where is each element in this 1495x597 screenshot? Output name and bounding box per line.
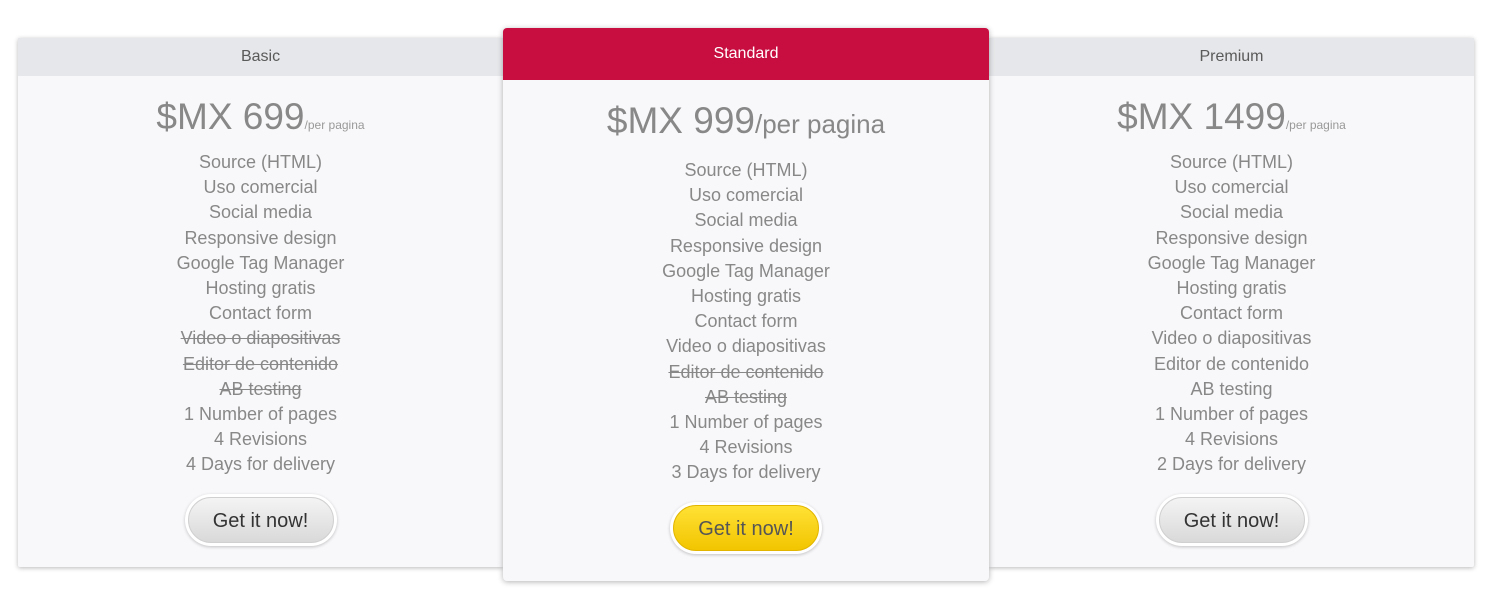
feature-item: Video o diapositivas [666, 336, 826, 357]
feature-item: 2 Days for delivery [1156, 454, 1307, 475]
feature-item: 4 Revisions [699, 437, 793, 458]
price-amount: $MX 1499 [1117, 96, 1286, 137]
feature-item: Contact form [694, 311, 798, 332]
feature-item: Responsive design [1155, 227, 1308, 248]
plan-price: $MX 699/per pagina [18, 96, 503, 137]
feature-item: AB testing [219, 378, 302, 399]
feature-item: Social media [1179, 202, 1284, 223]
plan-name: Premium [989, 38, 1474, 76]
feature-item: 1 Number of pages [669, 411, 823, 432]
get-it-now-button-standard[interactable]: Get it now! [673, 505, 819, 552]
feature-item: Google Tag Manager [176, 252, 345, 273]
feature-item: Responsive design [669, 235, 823, 256]
plan-price: $MX 999/per pagina [503, 100, 989, 141]
feature-list: Source (HTML) Uso comercial Social media Re… [18, 150, 503, 477]
get-it-now-button-premium[interactable]: Get it now! [1158, 497, 1305, 544]
plan-name: Standard [503, 28, 989, 80]
plan-card-premium: Premium $MX 1499/per pagina Source (HTML… [989, 38, 1474, 567]
price-unit: /per pagina [754, 109, 886, 139]
cta-button-ring: Get it now! [670, 502, 822, 555]
plan-card-basic: Basic $MX 699/per pagina Source (HTML) Us… [18, 38, 503, 567]
feature-item: 4 Days for delivery [185, 454, 336, 475]
plan-name: Basic [18, 38, 503, 76]
feature-item: Hosting gratis [690, 285, 802, 306]
cta-button-ring: Get it now! [184, 494, 337, 547]
price-unit: /per pagina [304, 118, 365, 132]
feature-item: Responsive design [184, 227, 337, 248]
price-amount: $MX 999 [606, 100, 755, 141]
feature-item: Contact form [1179, 303, 1284, 324]
feature-item: Source (HTML) [1169, 152, 1294, 172]
feature-item: Social media [208, 202, 313, 223]
feature-item: Uso comercial [203, 177, 318, 198]
feature-item: 4 Revisions [213, 429, 308, 450]
feature-item: Video o diapositivas [180, 328, 341, 349]
feature-item: 3 Days for delivery [671, 462, 821, 483]
feature-list: Source (HTML) Uso comercial Social media Re… [989, 150, 1474, 477]
feature-item: Source (HTML) [198, 152, 323, 172]
feature-item: Video o diapositivas [1151, 328, 1312, 349]
feature-list: Source (HTML) Uso comercial Social media Re… [503, 158, 989, 485]
pricing-plans: Basic $MX 699/per pagina Source (HTML) Us… [0, 0, 1495, 597]
feature-item: Google Tag Manager [662, 260, 830, 281]
feature-item: Contact form [208, 303, 313, 324]
feature-item: Uso comercial [1174, 177, 1289, 198]
feature-item: Uso comercial [688, 185, 804, 206]
feature-item: Editor de contenido [1153, 353, 1310, 374]
feature-item: Hosting gratis [1176, 277, 1287, 298]
feature-item: Hosting gratis [205, 277, 316, 298]
feature-item: Google Tag Manager [1147, 252, 1316, 273]
feature-item: AB testing [704, 386, 788, 407]
feature-item: Source (HTML) [684, 160, 808, 180]
feature-item: Editor de contenido [668, 361, 824, 382]
plan-price: $MX 1499/per pagina [989, 96, 1474, 137]
cta-button-ring: Get it now! [1155, 494, 1308, 547]
price-amount: $MX 699 [156, 96, 305, 137]
plan-card-standard: Standard $MX 999/per pagina Source (HTML… [503, 28, 989, 581]
feature-item: 1 Number of pages [1154, 403, 1309, 424]
feature-item: 1 Number of pages [183, 403, 338, 424]
feature-item: Editor de contenido [182, 353, 339, 374]
get-it-now-button-basic[interactable]: Get it now! [187, 497, 334, 544]
feature-item: Social media [694, 210, 798, 231]
feature-item: 4 Revisions [1184, 429, 1279, 450]
feature-item: AB testing [1190, 378, 1273, 399]
price-unit: /per pagina [1285, 118, 1346, 132]
